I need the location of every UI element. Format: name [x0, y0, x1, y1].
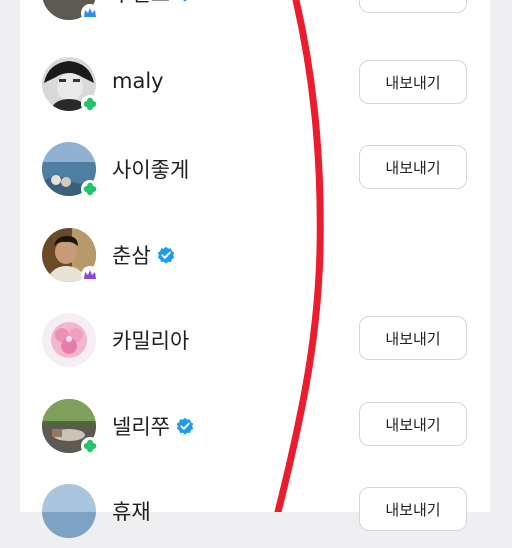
list-item[interactable]: 춘삼	[20, 216, 490, 292]
user-name-text: maly	[112, 69, 164, 93]
avatar[interactable]	[42, 0, 99, 22]
list-item[interactable]: 사이좋게 내보내기	[20, 130, 490, 206]
list-item[interactable]: 카밀리아 내보내기	[20, 301, 490, 377]
verified-icon	[179, 0, 190, 2]
export-button[interactable]: 내보내기	[359, 145, 467, 189]
avatar[interactable]	[42, 57, 99, 113]
user-name: 사이좋게	[112, 154, 189, 184]
crown-icon	[81, 266, 99, 284]
list-item[interactable]: 루틴즈 내보내기	[20, 0, 490, 30]
avatar-image	[42, 484, 96, 538]
user-name-text: 넬리쭈	[112, 415, 170, 439]
user-name-text: 루틴즈	[112, 0, 170, 8]
verified-icon	[157, 246, 174, 264]
clover-icon	[81, 437, 99, 455]
avatar[interactable]	[42, 142, 99, 198]
export-button[interactable]: 내보내기	[359, 316, 467, 360]
user-name: 휴재	[112, 496, 151, 526]
user-name-text: 사이좋게	[112, 158, 190, 182]
list-item[interactable]: maly 내보내기	[20, 45, 490, 121]
export-button[interactable]: 내보내기	[359, 487, 467, 531]
user-name: maly	[112, 69, 164, 93]
clover-icon	[81, 95, 99, 113]
avatar[interactable]	[42, 313, 96, 367]
user-name-text: 휴재	[112, 500, 151, 524]
user-name-text: 춘삼	[112, 244, 151, 268]
clover-icon	[81, 180, 99, 198]
avatar[interactable]	[42, 399, 99, 455]
crown-icon	[81, 4, 99, 22]
export-button[interactable]: 내보내기	[359, 402, 467, 446]
verified-icon	[176, 417, 194, 435]
list-item[interactable]: 넬리쭈 내보내기	[20, 387, 490, 463]
export-button[interactable]: 내보내기	[359, 60, 467, 104]
user-name: 춘삼	[112, 240, 175, 270]
user-name: 루틴즈	[112, 0, 194, 8]
avatar[interactable]	[42, 484, 96, 538]
follower-list-panel: 루틴즈 내보내기	[20, 0, 490, 538]
export-button[interactable]: 내보내기	[359, 0, 467, 13]
list-item[interactable]: 휴재 내보내기	[20, 472, 490, 548]
user-name: 카밀리아	[112, 325, 189, 355]
user-name-text: 카밀리아	[112, 329, 190, 353]
user-name: 넬리쭈	[112, 411, 194, 441]
avatar[interactable]	[42, 228, 99, 284]
avatar-image	[42, 313, 96, 367]
